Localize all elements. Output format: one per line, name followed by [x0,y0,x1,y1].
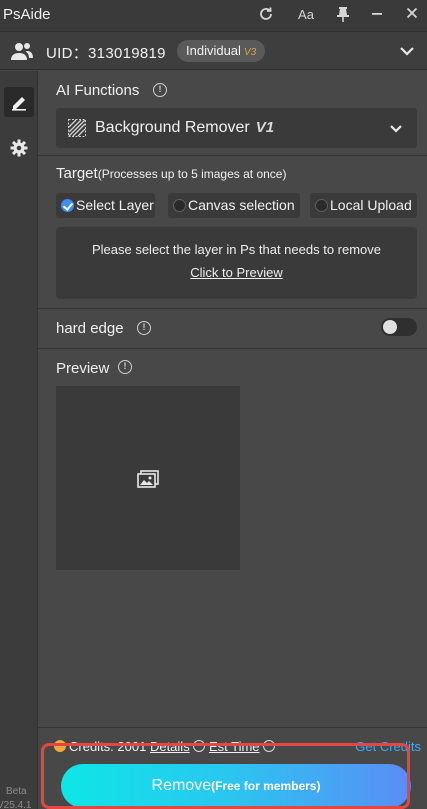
image-placeholder-icon [137,470,159,488]
version-label: V25.4.1 [0,800,32,809]
option-label: Canvas selection [188,197,295,213]
radio-unchecked-icon [315,199,328,212]
notice-text: Please select the layer in Ps that needs… [91,242,382,257]
function-select[interactable]: Background Remover V1 [56,108,417,148]
option-label: Select Layer [76,197,154,213]
beta-label: Beta [6,786,27,797]
toggle-knob [383,320,397,334]
info-icon[interactable]: ! [118,360,132,374]
edit-icon [10,93,28,116]
est-time-link[interactable]: Est Time [209,739,260,754]
footer: Credits: 2001 Details Est Time Get Credi… [38,727,427,809]
info-icon[interactable]: ! [137,321,151,335]
ai-functions-label: AI Functions [56,82,140,99]
remove-button[interactable]: Remove(Free for members) [61,764,411,808]
plan-label: Individual [186,43,241,58]
target-title: Target(Processes up to 5 images at once) [56,165,286,182]
users-icon [10,41,34,61]
main-panel: AI Functions ! Background Remover V1 Targ… [38,71,427,809]
uid-label: UID：313019819 [46,45,166,62]
option-local-upload[interactable]: Local Upload [310,193,417,218]
function-name: Background Remover [95,119,250,136]
radio-unchecked-icon [173,199,186,212]
hard-edge-toggle[interactable] [381,318,417,336]
edit-tab[interactable] [4,87,34,117]
preview-area[interactable] [56,386,240,570]
hard-edge-label: hard edge [56,320,124,337]
user-bar: UID：313019819 Individual V3 [0,31,427,70]
option-canvas-selection[interactable]: Canvas selection [168,193,300,218]
font-size-icon[interactable]: Aa [295,6,317,24]
remove-label: Remove [151,777,212,794]
close-icon[interactable] [403,6,421,24]
radio-checked-icon [61,199,74,212]
option-select-layer[interactable]: Select Layer [56,193,155,218]
ai-functions-section: AI Functions ! Background Remover V1 [38,71,427,155]
selected-function-label: Background Remover V1 [95,119,274,137]
credits-row: Credits: 2001 Details Est Time [54,739,276,754]
pin-icon[interactable] [334,6,352,24]
details-link[interactable]: Details [150,739,190,754]
plan-level: V3 [243,47,257,58]
preview-link[interactable]: Click to Preview [56,265,417,280]
credits-label: Credits: 2001 [69,739,147,754]
app-title: PsAide [3,6,51,23]
coin-icon [54,740,66,752]
preview-label: Preview [56,360,110,377]
title-bar: PsAide Aa [0,0,427,31]
side-rail: Beta V25.4.1 [0,71,38,809]
layer-notice: Please select the layer in Ps that needs… [56,227,417,299]
get-credits-link[interactable]: Get Credits [355,739,421,754]
target-label: Target [56,165,98,182]
background-remover-icon [68,119,86,137]
chevron-down-icon [389,122,403,134]
settings-tab[interactable] [4,133,34,163]
clock-icon [263,740,276,752]
info-icon[interactable] [193,740,206,752]
refresh-icon[interactable] [257,6,275,24]
minimize-icon[interactable] [368,6,386,24]
plan-badge: Individual V3 [177,40,266,62]
settings-icon [10,139,28,162]
target-subtitle: (Processes up to 5 images at once) [97,167,287,181]
remove-sub-label: (Free for members) [211,779,321,793]
chevron-down-icon[interactable] [399,44,415,58]
info-icon[interactable]: ! [153,83,167,97]
option-label: Local Upload [330,197,412,213]
function-version: V1 [255,119,275,136]
